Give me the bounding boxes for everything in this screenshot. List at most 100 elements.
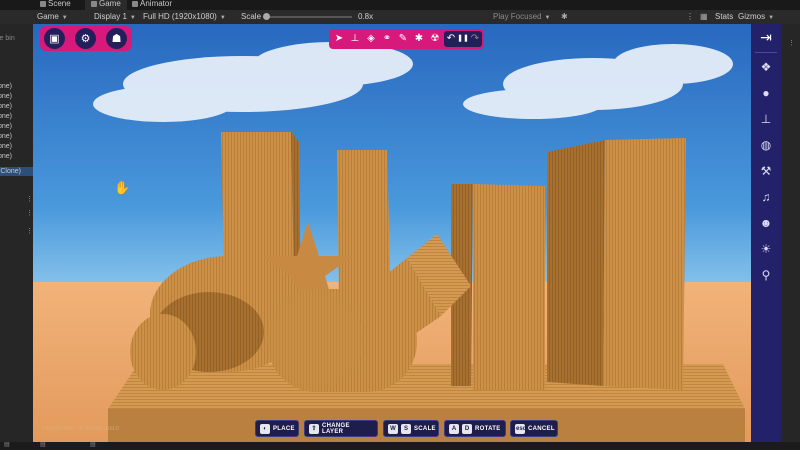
cube-tool[interactable]: ◈: [365, 32, 377, 46]
chevron-down-icon: ▼: [61, 15, 68, 21]
game-icon: [91, 0, 97, 7]
gizmo-toggle-icon[interactable]: ▦: [700, 11, 708, 23]
fruit-category[interactable]: ●: [755, 82, 777, 104]
tab-scene[interactable]: Scene: [40, 0, 71, 10]
hierarchy-item-selected[interactable]: (Clone): [0, 167, 33, 176]
build-watermark: CARDBOARD · INTERNAL BUILD: [42, 426, 120, 432]
playback-controls: ↶ ❚❚ ↷: [444, 31, 482, 47]
search-icon: ⚲: [761, 268, 771, 282]
creature-category[interactable]: ☻: [755, 212, 777, 234]
floppy-disk-icon: ▣: [49, 33, 60, 45]
chevron-down-icon: ▼: [768, 15, 775, 21]
link-tool[interactable]: ⚭: [381, 32, 393, 46]
radiation-icon: ☢: [430, 33, 440, 44]
hint-cancel: esc CANCEL: [510, 420, 558, 437]
redo-icon: ↷: [470, 33, 480, 44]
mouse-left-icon: ◐: [260, 423, 270, 434]
hierarchy-item[interactable]: one): [0, 82, 33, 91]
status-icon: ▤: [4, 442, 10, 448]
inspector-panel-edge: ⋮: [781, 24, 800, 444]
animator-icon: [132, 0, 138, 7]
shapes-category[interactable]: ❖: [755, 56, 777, 78]
game-viewport[interactable]: ✋: [33, 24, 751, 442]
collapse-sidebar-button[interactable]: ⇥: [755, 26, 777, 48]
view-dropdown[interactable]: Game ▼: [37, 11, 68, 24]
tab-animator[interactable]: Animator: [132, 0, 172, 10]
gear-icon: ⚙: [80, 33, 91, 45]
cube-icon: ◈: [367, 33, 375, 44]
ball-category[interactable]: ◍: [755, 134, 777, 156]
more-options-icon[interactable]: ⋮: [26, 227, 33, 235]
hint-scale: W S SCALE: [383, 420, 439, 437]
display-dropdown[interactable]: Display 1 ▼: [94, 11, 136, 24]
hierarchy-item[interactable]: one): [0, 92, 33, 101]
scale-label: Scale: [241, 12, 262, 21]
undo-button[interactable]: ↶: [445, 32, 457, 46]
hint-change-layer: ⇧ CHANGE LAYER: [304, 420, 378, 437]
hierarchy-item[interactable]: one): [0, 102, 33, 111]
cardboard-cylinder: [130, 314, 196, 390]
stamp-icon: ⊥: [760, 112, 772, 126]
stamp-icon: ⊥: [350, 33, 360, 44]
key-a: A: [449, 423, 459, 434]
music-note-icon: ♫: [761, 190, 771, 204]
pause-button[interactable]: ❚❚: [457, 32, 469, 46]
hierarchy-item[interactable]: one): [0, 112, 33, 121]
eyedropper-tool[interactable]: ✎: [397, 32, 409, 46]
key-d: D: [462, 423, 472, 434]
more-options-icon[interactable]: ⋮: [26, 209, 33, 217]
resolution-dropdown[interactable]: Full HD (1920x1080) ▼: [143, 11, 226, 24]
redo-button[interactable]: ↷: [469, 32, 481, 46]
weather-category[interactable]: ☀: [755, 238, 777, 260]
key-s: S: [401, 423, 411, 434]
more-options-icon[interactable]: ⋮: [26, 195, 33, 203]
search-category[interactable]: ⚲: [755, 264, 777, 286]
hierarchy-item[interactable]: one): [0, 152, 33, 161]
cursor-icon: ➤: [334, 33, 344, 44]
gamepad-button[interactable]: ☗: [106, 28, 127, 49]
select-tool[interactable]: ➤: [333, 32, 345, 46]
object-category-sidebar: ⇥ ❖ ● ⊥ ◍ ⚒ ♫ ☻ ☀ ⚲: [751, 24, 781, 442]
chevron-down-icon: ▼: [219, 15, 226, 21]
settings-button[interactable]: ⚙: [75, 28, 96, 49]
tool-toolbar: ➤ ⊥ ◈ ⚭ ✎ ✱ ☢ ↶ ❚❚ ↷: [329, 29, 484, 49]
stamp-category[interactable]: ⊥: [755, 108, 777, 130]
scale-slider-track[interactable]: [267, 16, 352, 18]
tab-game[interactable]: Game: [85, 0, 127, 10]
mute-audio-icon[interactable]: ✱: [561, 11, 568, 23]
hierarchy-panel: le bin one) one) one) one) one) one) one…: [0, 24, 33, 444]
play-mode-dropdown[interactable]: Play Focused ▼: [493, 11, 550, 24]
stamp-tool[interactable]: ⊥: [349, 32, 361, 46]
scale-slider-handle[interactable]: [263, 13, 270, 20]
hierarchy-item[interactable]: one): [0, 122, 33, 131]
link-icon: ⚭: [382, 33, 392, 44]
music-category[interactable]: ♫: [755, 186, 777, 208]
tools-category[interactable]: ⚒: [755, 160, 777, 182]
gizmos-dropdown[interactable]: Gizmos ▼: [738, 11, 774, 24]
more-options-icon[interactable]: ⋮: [686, 11, 694, 23]
hint-place: ◐ PLACE: [255, 420, 299, 437]
apple-icon: ●: [762, 86, 770, 100]
shift-key-icon: ⇧: [309, 423, 319, 434]
status-icon: ▤: [40, 442, 46, 448]
more-options-icon[interactable]: ⋮: [788, 39, 795, 47]
hierarchy-item[interactable]: one): [0, 142, 33, 151]
scene-icon: [40, 0, 46, 7]
gamepad-icon: ☗: [111, 33, 122, 45]
stats-button[interactable]: Stats: [715, 11, 733, 23]
bug-icon: ✱: [414, 33, 424, 44]
hierarchy-item[interactable]: one): [0, 132, 33, 141]
save-button[interactable]: ▣: [44, 28, 65, 49]
cardboard-block: [473, 184, 545, 390]
sun-cloud-icon: ☀: [760, 242, 772, 256]
key-w: W: [388, 423, 398, 434]
hazard-tool[interactable]: ☢: [429, 32, 441, 46]
arrow-collapse-icon: ⇥: [760, 28, 772, 45]
hierarchy-item[interactable]: le bin: [0, 34, 33, 43]
scene-render: [33, 24, 751, 442]
undo-icon: ↶: [446, 33, 456, 44]
chevron-down-icon: ▼: [544, 15, 551, 21]
bug-tool[interactable]: ✱: [413, 32, 425, 46]
chevron-down-icon: ▼: [129, 15, 136, 21]
hammer-icon: ⚒: [760, 164, 772, 178]
